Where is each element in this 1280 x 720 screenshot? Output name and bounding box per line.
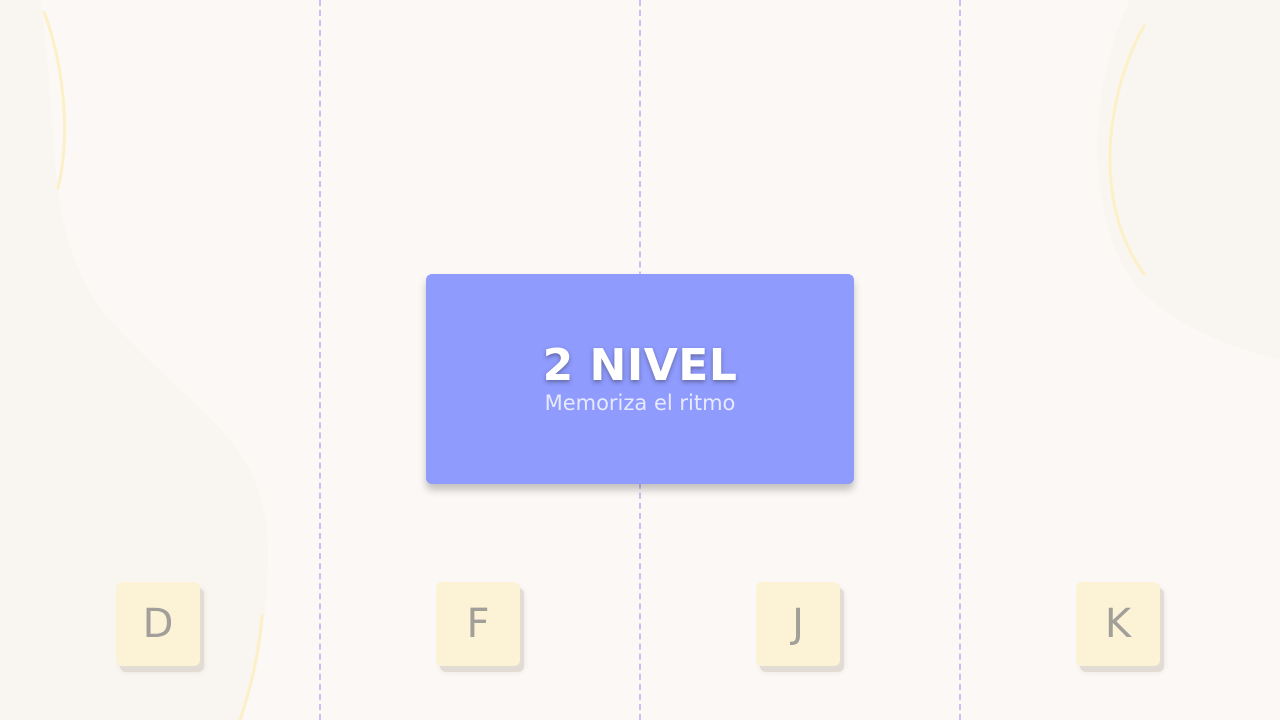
level-title: 2 NIVEL bbox=[542, 340, 738, 391]
right-blob-shape bbox=[1097, 0, 1280, 360]
key-j[interactable]: J bbox=[756, 582, 840, 666]
lane-divider bbox=[319, 0, 321, 720]
key-d[interactable]: D bbox=[116, 582, 200, 666]
key-f[interactable]: F bbox=[436, 582, 520, 666]
key-k[interactable]: K bbox=[1076, 582, 1160, 666]
level-subtitle: Memoriza el ritmo bbox=[544, 391, 736, 415]
level-card: 2 NIVEL Memoriza el ritmo bbox=[426, 274, 854, 484]
game-stage: 2 NIVEL Memoriza el ritmo D F J K bbox=[0, 0, 1280, 720]
lane-divider bbox=[959, 0, 961, 720]
